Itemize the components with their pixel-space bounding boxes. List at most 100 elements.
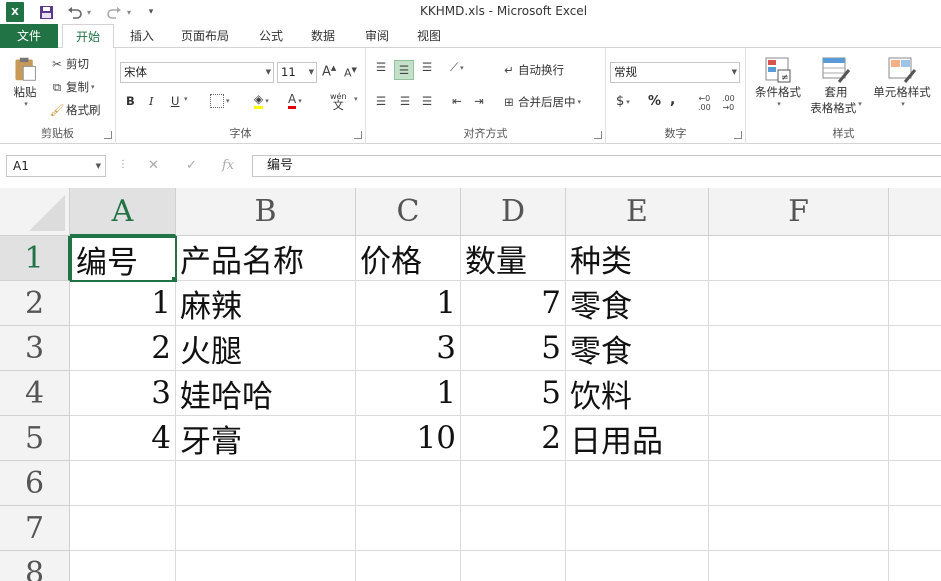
conditional-formatting-button[interactable]: ≠ 条件格式 ▾ (750, 56, 806, 108)
shrink-font-button[interactable]: A▼ (344, 66, 357, 80)
cell-c3[interactable]: 3 (356, 326, 461, 371)
currency-button[interactable]: $ ▾ (616, 94, 630, 109)
cell-b8[interactable] (176, 551, 356, 581)
cell-d4[interactable]: 5 (461, 371, 566, 416)
cell-g8[interactable] (889, 551, 941, 581)
cell-b2[interactable]: 麻辣 (176, 281, 356, 326)
align-left-button[interactable]: ☰ (372, 94, 390, 108)
cell-e1[interactable]: 种类 (566, 236, 709, 281)
cell-f5[interactable] (709, 416, 889, 461)
cell-d3[interactable]: 5 (461, 326, 566, 371)
phonetic-dropdown-icon[interactable]: ▾ (352, 95, 358, 103)
tab-view[interactable]: 视图 (412, 24, 446, 48)
cell-c8[interactable] (356, 551, 461, 581)
tab-formulas[interactable]: 公式 (254, 24, 288, 48)
cell-f8[interactable] (709, 551, 889, 581)
column-header-g[interactable] (889, 188, 941, 236)
column-header-e[interactable]: E (566, 188, 709, 236)
cell-d5[interactable]: 2 (461, 416, 566, 461)
cell-c5[interactable]: 10 (356, 416, 461, 461)
cell-f3[interactable] (709, 326, 889, 371)
select-all-button[interactable] (0, 188, 70, 236)
font-name-select[interactable]: 宋体 ▼ (120, 62, 274, 83)
cell-e7[interactable] (566, 506, 709, 551)
column-header-b[interactable]: B (176, 188, 356, 236)
cell-g5[interactable] (889, 416, 941, 461)
cell-f6[interactable] (709, 461, 889, 506)
wrap-text-button[interactable]: ↵ 自动换行 (500, 62, 564, 78)
cell-c4[interactable]: 1 (356, 371, 461, 416)
percent-button[interactable]: % (648, 94, 661, 109)
clipboard-launcher-icon[interactable] (104, 131, 112, 139)
cell-b7[interactable] (176, 506, 356, 551)
cell-d2[interactable]: 7 (461, 281, 566, 326)
cell-b6[interactable] (176, 461, 356, 506)
row-header-5[interactable]: 5 (0, 416, 70, 461)
cell-styles-dropdown-icon[interactable]: ▾ (901, 100, 905, 108)
fill-color-button[interactable]: ◈ ▾ (254, 92, 269, 109)
cell-a4[interactable]: 3 (70, 371, 176, 416)
phonetic-button[interactable]: wén 文 (330, 92, 347, 111)
paste-button[interactable]: 粘贴 ▾ (8, 56, 42, 108)
font-size-select[interactable]: 11 ▼ (277, 62, 317, 83)
cell-d7[interactable] (461, 506, 566, 551)
align-center-button[interactable]: ☰ (396, 94, 414, 108)
tab-file[interactable]: 文件 (0, 24, 58, 48)
table-dropdown-icon[interactable]: ▾ (858, 100, 862, 116)
orientation-button[interactable]: ⟋ ▾ (450, 60, 464, 75)
cell-a8[interactable] (70, 551, 176, 581)
row-header-8[interactable]: 8 (0, 551, 70, 581)
enter-icon[interactable]: ✓ (186, 155, 197, 177)
cell-b5[interactable]: 牙膏 (176, 416, 356, 461)
cell-c7[interactable] (356, 506, 461, 551)
cut-button[interactable]: ✂ 剪切 (48, 56, 89, 72)
decrease-decimal-button[interactable]: .00 →0 (722, 94, 735, 112)
insert-function-icon[interactable]: fx (222, 155, 234, 177)
cell-e5[interactable]: 日用品 (566, 416, 709, 461)
cell-c2[interactable]: 1 (356, 281, 461, 326)
cell-f7[interactable] (709, 506, 889, 551)
formula-bar-grip-icon[interactable]: ⋮ (118, 159, 128, 170)
cell-e3[interactable]: 零食 (566, 326, 709, 371)
underline-dropdown-icon[interactable]: ▾ (182, 95, 188, 103)
row-header-6[interactable]: 6 (0, 461, 70, 506)
cell-c6[interactable] (356, 461, 461, 506)
cell-f2[interactable] (709, 281, 889, 326)
copy-button[interactable]: ⧉ 复制 ▾ (48, 79, 95, 95)
row-header-1[interactable]: 1 (0, 236, 70, 281)
column-header-c[interactable]: C (356, 188, 461, 236)
column-header-a[interactable]: A (70, 188, 176, 236)
row-header-2[interactable]: 2 (0, 281, 70, 326)
align-top-button[interactable]: ☰ (372, 60, 390, 74)
tab-review[interactable]: 审阅 (360, 24, 394, 48)
cell-d8[interactable] (461, 551, 566, 581)
font-color-button[interactable]: A ▾ (288, 92, 302, 109)
format-painter-button[interactable]: 🖌 格式刷 (48, 102, 101, 118)
column-header-f[interactable]: F (709, 188, 889, 236)
cell-b3[interactable]: 火腿 (176, 326, 356, 371)
copy-dropdown-icon[interactable]: ▾ (91, 83, 95, 91)
align-middle-button[interactable]: ☰ (394, 60, 414, 80)
bold-button[interactable]: B (126, 94, 135, 108)
paste-dropdown-icon[interactable]: ▾ (24, 100, 28, 108)
cell-a2[interactable]: 1 (70, 281, 176, 326)
cell-b4[interactable]: 娃哈哈 (176, 371, 356, 416)
cell-f4[interactable] (709, 371, 889, 416)
cell-a5[interactable]: 4 (70, 416, 176, 461)
cell-g4[interactable] (889, 371, 941, 416)
cell-g6[interactable] (889, 461, 941, 506)
cell-e2[interactable]: 零食 (566, 281, 709, 326)
cell-a7[interactable] (70, 506, 176, 551)
cell-e8[interactable] (566, 551, 709, 581)
formula-input[interactable]: 编号 (252, 155, 941, 177)
cell-a1[interactable]: 编号 (70, 236, 177, 282)
increase-indent-button[interactable]: ⇥ (470, 94, 488, 108)
column-header-d[interactable]: D (461, 188, 566, 236)
row-header-4[interactable]: 4 (0, 371, 70, 416)
border-button[interactable]: ▾ (210, 94, 230, 108)
align-right-button[interactable]: ☰ (418, 94, 436, 108)
format-as-table-button[interactable]: 套用 表格格式 ▾ (806, 56, 866, 116)
cancel-icon[interactable]: ✕ (148, 155, 159, 177)
cell-b1[interactable]: 产品名称 (176, 236, 356, 281)
conditional-dropdown-icon[interactable]: ▾ (777, 100, 781, 108)
